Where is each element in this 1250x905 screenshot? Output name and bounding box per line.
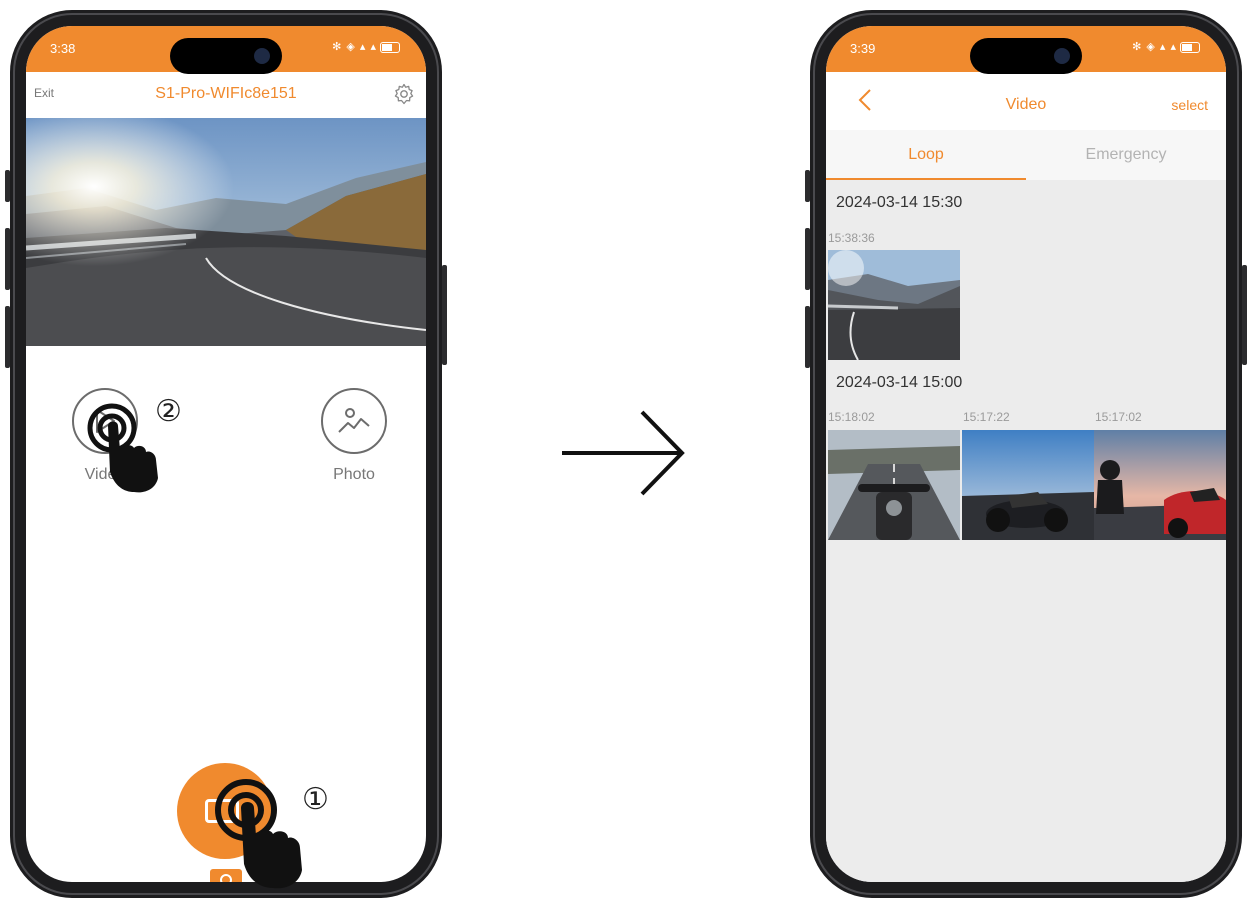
phone-side-button [442,265,447,365]
nav-header: Video select [826,72,1226,130]
page-title: Video [1005,96,1047,113]
status-icons: ✻ ◈ ▴ ▴ [1132,40,1200,53]
step-2-marker: ② [155,395,182,428]
phone-side-button [805,306,810,368]
clip-time: 15:18:02 [828,410,875,424]
video-thumbnail[interactable] [828,430,960,540]
tab-emergency[interactable]: Emergency [1026,130,1226,180]
phone-side-button [5,170,10,202]
select-button[interactable]: select [1171,97,1208,113]
battery-icon [1180,41,1200,53]
app-header: Exit S1-Pro-WIFIc8e151 [26,72,426,118]
video-list: 2024-03-14 15:30 15:38:36 2024-03-14 15:… [826,180,1226,882]
live-preview[interactable] [26,118,426,346]
group-date: 2024-03-14 15:30 [836,194,963,211]
clip-time: 15:17:22 [963,410,1010,424]
phone-side-button [805,170,810,202]
phone-side-button [5,306,10,368]
photo-menu-button[interactable]: Photo [319,388,389,484]
step-1-marker: ① [302,783,329,816]
right-phone: 3:39 ✻ ◈ ▴ ▴ Video select Loop Emergency… [805,10,1247,898]
video-thumbnail[interactable] [828,250,960,360]
tab-bar: Loop Emergency [826,130,1226,180]
device-name: S1-Pro-WIFIc8e151 [155,85,297,102]
status-time: 3:38 [50,41,76,56]
group-date: 2024-03-14 15:00 [836,374,963,391]
battery-icon [380,41,400,53]
clip-time: 15:38:36 [828,231,875,245]
clip-time: 15:17:02 [1095,410,1142,424]
tap-hand-icon [215,779,302,889]
video-thumbnail[interactable] [1094,430,1226,540]
video-thumbnail[interactable] [962,430,1094,540]
tap-hand-icon [87,403,158,493]
status-time: 3:39 [850,41,876,56]
photo-label: Photo [333,466,375,483]
photo-circle [321,388,387,454]
phone-side-button [805,228,810,290]
tab-loop[interactable]: Loop [826,130,1026,180]
dynamic-island [170,38,282,74]
settings-gear-icon[interactable] [392,82,416,106]
phone-side-button [5,228,10,290]
phone-side-button [1242,265,1247,365]
left-phone: 3:38 ✻ ◈ ▴ ▴ Exit S1-Pro-WIFIc8e151 Vide… [5,10,447,898]
status-icons: ✻ ◈ ▴ ▴ [332,40,400,53]
image-icon [338,408,370,433]
dynamic-island [970,38,1082,74]
arrow-right-icon [562,410,685,496]
right-screen: 3:39 ✻ ◈ ▴ ▴ Video select Loop Emergency… [826,26,1226,882]
